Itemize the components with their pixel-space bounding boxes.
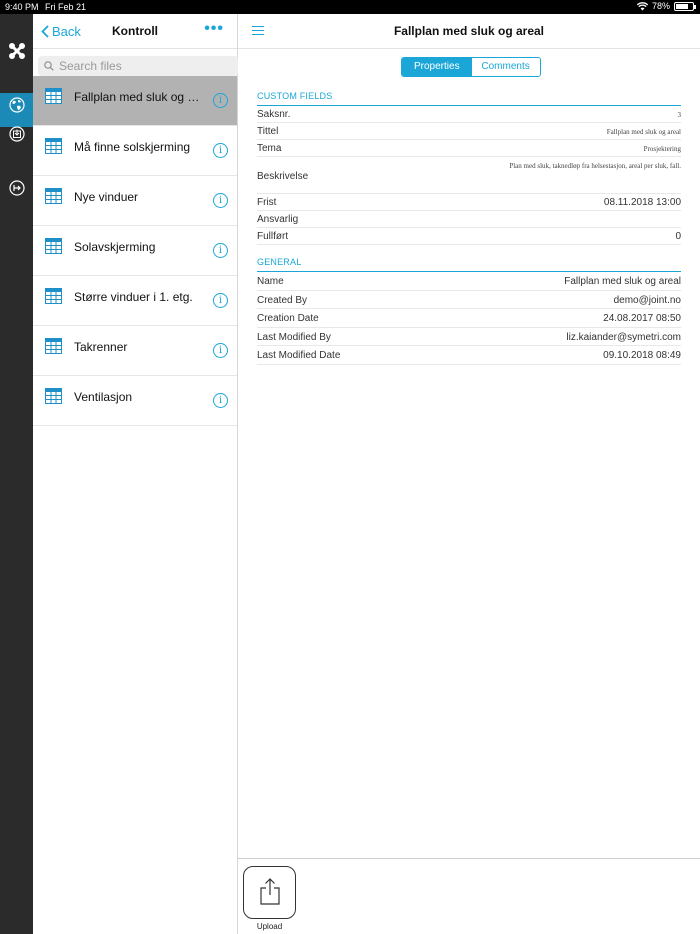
status-time: 9:40 PM	[5, 2, 39, 12]
property-value: Fallplan med sluk og areal	[564, 276, 681, 287]
table-icon	[45, 138, 62, 154]
more-button[interactable]: •••	[204, 20, 224, 38]
property-row: Creation Date 24.08.2017 08:50	[257, 309, 681, 328]
battery-icon	[674, 1, 696, 11]
general-section: GENERAL Name Fallplan med sluk og areal Cr…	[257, 257, 681, 365]
table-icon	[45, 188, 62, 204]
property-value: Fallplan med sluk og areal	[606, 128, 681, 136]
battery-percent: 78%	[651, 1, 670, 11]
property-value: 3	[677, 111, 682, 119]
property-value: demo@joint.no	[613, 294, 681, 306]
logo-icon[interactable]	[8, 42, 26, 60]
property-key: Saksnr.	[257, 109, 291, 120]
property-key: Tittel	[257, 126, 279, 137]
property-row: Tema Prosjektering	[257, 140, 681, 157]
info-icon[interactable]: i	[213, 93, 228, 108]
property-value: liz.kaiander@symetri.com	[566, 331, 681, 343]
property-row: Name Fallplan med sluk og areal	[257, 272, 681, 291]
info-icon[interactable]: i	[213, 243, 228, 258]
property-key: Last Modified By	[257, 331, 331, 343]
property-row: Saksnr. 3	[257, 106, 681, 123]
list-item-name: Solavskjerming	[74, 240, 156, 254]
property-key: Last Modified Date	[257, 350, 341, 361]
property-key: Fullført	[257, 231, 289, 242]
property-value: 0	[675, 231, 681, 242]
table-icon	[45, 88, 62, 104]
info-icon[interactable]: i	[213, 143, 228, 158]
logout-icon[interactable]	[9, 180, 25, 196]
search-input[interactable]: Search files	[38, 56, 238, 76]
status-date: Fri Feb 21	[45, 2, 87, 12]
list-item[interactable]: Takrenner i	[33, 326, 237, 376]
share-upload-icon	[260, 878, 280, 905]
upload-button[interactable]	[243, 866, 296, 919]
file-list: Fallplan med sluk og areal i Må finne sols…	[33, 76, 237, 426]
list-item[interactable]: Større vinduer i 1. etg. i	[33, 276, 237, 326]
list-item-name: Fallplan med sluk og areal	[74, 90, 204, 104]
tab-control: Properties Comments (3)	[401, 57, 541, 77]
list-item-name: Nye vinduer	[74, 190, 139, 204]
property-key: Frist	[257, 197, 277, 208]
property-row: Created By demo@joint.no	[257, 291, 681, 309]
property-key: Ansvarlig	[257, 214, 299, 225]
app-rail	[0, 14, 33, 934]
info-icon[interactable]: i	[213, 343, 228, 358]
property-row: Last Modified Date 09.10.2018 08:49	[257, 346, 681, 365]
custom-fields-section: CUSTOM FIELDS Saksnr. 3 Tittel Fallplan med…	[257, 91, 681, 245]
list-item[interactable]: Ventilasjon i	[33, 376, 237, 426]
detail-panel: Fallplan med sluk og areal Properties Co…	[238, 14, 700, 934]
list-item-name: Takrenner	[74, 340, 128, 354]
status-bar: 9:40 PM Fri Feb 21 78%	[0, 0, 700, 14]
file-list-panel: Back Kontroll ••• Search files Fallplan …	[33, 14, 238, 934]
property-row: Fullført 0	[257, 228, 681, 245]
list-item-name: Større vinduer i 1. etg.	[74, 290, 193, 304]
property-row: Ansvarlig	[257, 211, 681, 228]
tab-properties[interactable]: Properties	[402, 58, 472, 76]
property-row: Tittel Fallplan med sluk og areal	[257, 123, 681, 140]
custom-fields-heading: CUSTOM FIELDS	[257, 91, 681, 106]
property-value: 09.10.2018 08:49	[603, 350, 681, 361]
detail-title: Fallplan med sluk og areal	[393, 24, 545, 38]
property-key: Tema	[257, 143, 282, 154]
property-value: 08.11.2018 13:00	[603, 197, 681, 208]
tab-comments[interactable]: Comments (3)	[471, 58, 540, 76]
info-icon[interactable]: i	[213, 293, 228, 308]
search-placeholder: Search files	[59, 59, 122, 73]
table-icon	[45, 388, 62, 404]
detail-header: Fallplan med sluk og areal	[238, 14, 700, 49]
property-key: Creation Date	[257, 313, 319, 324]
list-item[interactable]: Fallplan med sluk og areal i	[33, 76, 237, 126]
list-item[interactable]: Nye vinduer i	[33, 176, 237, 226]
info-icon[interactable]: i	[213, 193, 228, 208]
property-key: Beskrivelse	[257, 171, 309, 182]
info-icon[interactable]: i	[213, 393, 228, 408]
property-row: Beskrivelse Plan med sluk, taknedløp fra …	[257, 157, 681, 194]
property-value: Prosjektering	[643, 145, 681, 153]
property-row: Frist 08.11.2018 13:00	[257, 194, 681, 211]
list-header: Back Kontroll •••	[33, 14, 237, 49]
list-item[interactable]: Solavskjerming i	[33, 226, 237, 276]
search-icon	[44, 61, 54, 71]
table-icon	[45, 338, 62, 354]
property-value: Plan med sluk, taknedløp fra helsestasjo…	[509, 162, 681, 170]
general-heading: GENERAL	[257, 257, 681, 272]
property-key: Name	[257, 276, 284, 287]
property-key: Created By	[257, 294, 308, 306]
globe-icon[interactable]	[9, 97, 25, 113]
status-right: 78%	[636, 1, 696, 11]
property-value: 24.08.2017 08:50	[603, 313, 681, 324]
list-item-name: Må finne solskjerming	[74, 140, 191, 154]
list-item-name: Ventilasjon	[74, 390, 133, 404]
property-row: Last Modified By liz.kaiander@symetri.com	[257, 328, 681, 346]
upload-label: Upload	[256, 922, 283, 931]
list-item[interactable]: Må finne solskjerming i	[33, 126, 237, 176]
table-icon	[45, 288, 62, 304]
bottom-toolbar: Upload	[238, 858, 700, 934]
table-icon	[45, 238, 62, 254]
download-icon[interactable]	[9, 126, 25, 142]
wifi-icon	[636, 1, 648, 10]
